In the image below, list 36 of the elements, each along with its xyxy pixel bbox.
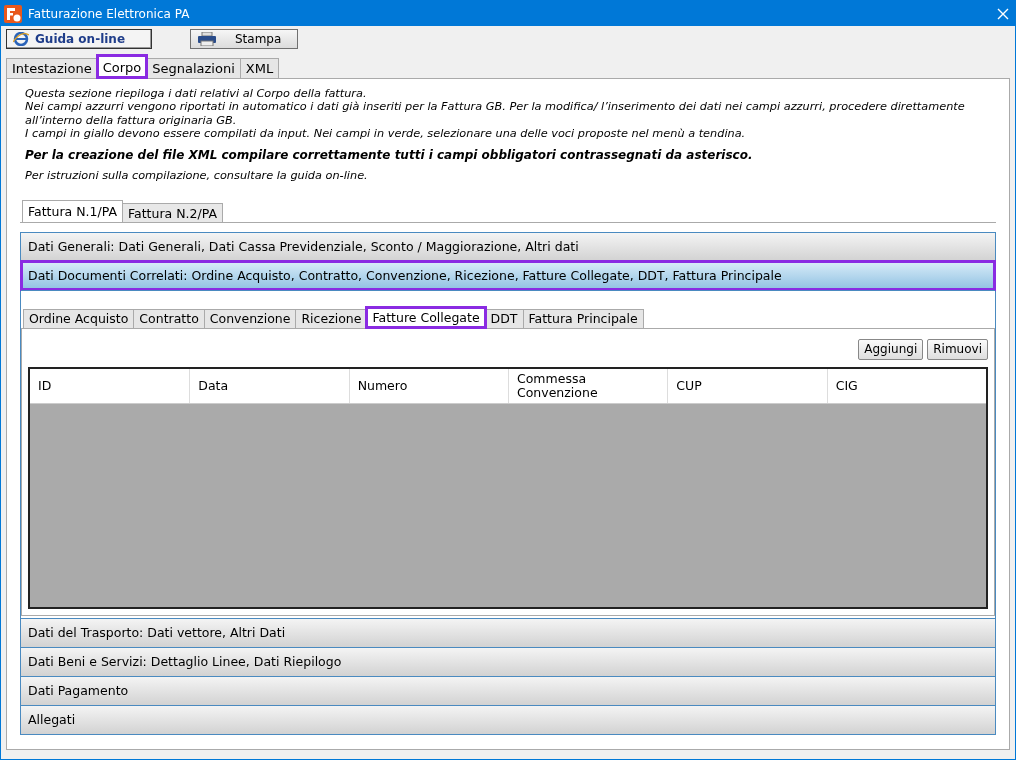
column-header[interactable]: CUP [667,368,827,403]
column-header[interactable]: Numero [348,368,508,403]
print-button[interactable]: Stampa [190,29,298,49]
window-title: Fatturazione Elettronica PA [28,6,191,21]
subtab[interactable]: Fattura Principale [522,308,644,328]
tab[interactable]: XML [239,58,280,78]
description-text: Per istruzioni sulla compilazione, consultare la guida on-line. [25,169,369,183]
column-header[interactable]: Commessa Convenzione [508,368,668,403]
section-header[interactable]: Allegati [21,704,995,734]
subtab[interactable]: Contratto [133,308,205,328]
column-header[interactable]: CIG [826,368,986,403]
section-header[interactable]: Dati Generali: Dati Generali, Dati Cassa Previdenziale, Sconto / Maggiorazione, Altri dati [21,231,995,261]
app-logo-icon [4,4,22,23]
subtab[interactable]: Fatture Collegate [366,306,486,328]
section-header[interactable]: Dati Beni e Servizi: Dettaglio Linee, Dati Riepilogo [21,646,995,676]
close-icon[interactable] [997,7,1009,20]
tab[interactable]: Intestazione [6,58,98,78]
action-button[interactable]: Aggiungi [858,338,924,360]
section-header[interactable]: Dati Documenti Correlati: Ordine Acquisto, Contratto, Convenzione, Ricezione, Fatture Collegate, DDT, Fattura Principale [21,260,995,290]
section-header[interactable]: Dati Pagamento [21,675,995,705]
tab[interactable]: Segnalazioni [146,58,241,78]
column-header[interactable]: Data [189,368,349,403]
help-button[interactable]: Guida on-line [6,29,152,49]
column-header[interactable]: ID [30,368,190,403]
subtab[interactable]: Ordine Acquisto [23,308,135,328]
printer-icon [197,32,217,46]
tab[interactable]: Corpo [96,55,148,78]
action-button[interactable]: Rimuovi [927,338,988,360]
description-text: Questa sezione riepiloga i dati relativi al Corpo della fattura. Nei campi azzurri vengono riportati in automatico i dati già inseriti per la Fattura GB. Per la modifica/ l’inserimento dei dati nei campi azzurri, procedere direttamente all’interno della fattura originaria GB. I campi in giallo devono essere compilati da input. Nei campi in verde, selezionare una delle voci proposte nel menù a tendina. [25,87,966,141]
invoice-tab[interactable]: Fattura N.1/PA [22,199,123,222]
browser-icon [13,32,29,46]
description-text: Per la creazione del file XML compilare correttamente tutti i campi obbligatori contrassegnati da asterisco. [25,149,754,163]
invoice-tab[interactable]: Fattura N.2/PA [122,202,223,222]
section-header[interactable]: Dati del Trasporto: Dati vettore, Altri Dati [21,617,995,647]
subtab[interactable]: Ricezione [295,308,368,328]
subtab[interactable]: Convenzione [203,308,297,328]
